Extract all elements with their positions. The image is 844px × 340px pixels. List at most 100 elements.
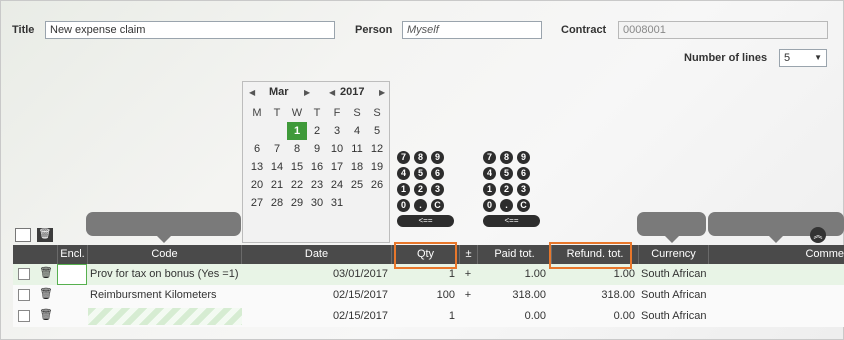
keypad-key[interactable]: 0 — [397, 199, 410, 212]
lines-select[interactable]: 5 ▼ — [779, 49, 827, 67]
next-year-icon[interactable]: ▶ — [379, 88, 385, 97]
calendar-day[interactable]: 9 — [307, 140, 327, 158]
currency-cell[interactable]: South African — [641, 285, 708, 306]
header-code[interactable]: Code — [87, 245, 241, 264]
trash-icon[interactable]: 🗑 — [39, 288, 53, 301]
calendar-day[interactable]: 6 — [247, 140, 267, 158]
header-comment[interactable]: Comme — [708, 245, 844, 264]
next-month-icon[interactable]: ▶ — [304, 88, 310, 97]
calendar-day[interactable]: 10 — [327, 140, 347, 158]
keypad-key[interactable]: 9 — [431, 151, 444, 164]
keypad-key[interactable]: 6 — [431, 167, 444, 180]
keypad-key[interactable]: 8 — [414, 151, 427, 164]
calendar-month[interactable]: Mar — [269, 86, 289, 98]
calendar-day[interactable]: 5 — [367, 122, 387, 140]
date-cell[interactable]: 02/15/2017 — [241, 285, 388, 306]
calendar-day[interactable]: 1 — [287, 122, 307, 140]
currency-cell[interactable]: South African — [641, 264, 708, 285]
keypad-key[interactable]: 0 — [483, 199, 496, 212]
keypad-key[interactable]: 7 — [397, 151, 410, 164]
keypad-backspace-button[interactable]: <== — [397, 215, 454, 227]
header-currency[interactable]: Currency — [638, 245, 708, 264]
calendar-day[interactable]: 19 — [367, 158, 387, 176]
paid-cell[interactable]: 0.00 — [477, 306, 546, 327]
table-row[interactable]: 🗑 Reimbursment Kilometers 02/15/2017 100… — [13, 285, 844, 306]
table-row[interactable]: 🗑 02/15/2017 1 0.00 0.00 South African — [13, 306, 844, 327]
date-cell[interactable]: 02/15/2017 — [241, 306, 388, 327]
calendar-day[interactable]: 15 — [287, 158, 307, 176]
keypad-key[interactable]: 3 — [431, 183, 444, 196]
keypad-key[interactable]: 5 — [500, 167, 513, 180]
calendar-day[interactable]: 24 — [327, 176, 347, 194]
delete-all-button[interactable]: 🗑 — [37, 228, 53, 242]
calendar-day[interactable]: 7 — [267, 140, 287, 158]
calendar-day[interactable]: 29 — [287, 194, 307, 212]
refund-cell[interactable]: 318.00 — [551, 285, 635, 306]
keypad-key[interactable]: 8 — [500, 151, 513, 164]
keypad-key[interactable]: . — [414, 199, 427, 212]
calendar-day[interactable]: 31 — [327, 194, 347, 212]
calendar-day[interactable]: 28 — [267, 194, 287, 212]
date-cell[interactable]: 03/01/2017 — [241, 264, 388, 285]
keypad-key[interactable]: . — [500, 199, 513, 212]
calendar-day[interactable]: 22 — [287, 176, 307, 194]
calendar-day[interactable]: 26 — [367, 176, 387, 194]
numeric-keypad-refund[interactable]: 7 8 9 4 5 6 1 2 3 0. C <== — [483, 151, 543, 227]
keypad-key[interactable]: 4 — [397, 167, 410, 180]
calendar-day[interactable]: 18 — [347, 158, 367, 176]
paid-cell[interactable]: 1.00 — [477, 264, 546, 285]
calendar-day[interactable]: 21 — [267, 176, 287, 194]
row-checkbox[interactable] — [18, 310, 30, 322]
keypad-key[interactable]: 9 — [517, 151, 530, 164]
calendar-day[interactable]: 30 — [307, 194, 327, 212]
person-field[interactable] — [402, 21, 542, 39]
keypad-key[interactable]: C — [517, 199, 530, 212]
calendar-day[interactable]: 23 — [307, 176, 327, 194]
header-date[interactable]: Date — [241, 245, 391, 264]
trash-icon[interactable]: 🗑 — [39, 309, 53, 322]
prev-year-icon[interactable]: ◀ — [329, 88, 335, 97]
keypad-key[interactable]: 1 — [483, 183, 496, 196]
header-encl[interactable]: Encl. — [57, 245, 87, 264]
calendar-year[interactable]: 2017 — [340, 86, 364, 98]
keypad-key[interactable]: 7 — [483, 151, 496, 164]
calendar-day[interactable]: 25 — [347, 176, 367, 194]
keypad-key[interactable]: 2 — [500, 183, 513, 196]
keypad-key[interactable]: 1 — [397, 183, 410, 196]
keypad-key[interactable]: 4 — [483, 167, 496, 180]
code-cell-empty[interactable] — [88, 308, 242, 325]
sign-cell[interactable] — [459, 306, 477, 327]
calendar-day[interactable]: 12 — [367, 140, 387, 158]
paid-cell[interactable]: 318.00 — [477, 285, 546, 306]
header-sign[interactable]: ± — [459, 245, 477, 264]
code-cell[interactable]: Reimbursment Kilometers — [90, 285, 240, 306]
date-picker[interactable]: ◀ Mar ▶ ◀ 2017 ▶ M T W T F S S 1 2 3 4 5 6 7 8 9 10 11 12 1… — [242, 81, 390, 243]
calendar-day[interactable]: 11 — [347, 140, 367, 158]
keypad-key[interactable]: 6 — [517, 167, 530, 180]
keypad-key[interactable]: C — [431, 199, 444, 212]
numeric-keypad-paid[interactable]: 7 8 9 4 5 6 1 2 3 0. C <== — [397, 151, 457, 227]
calendar-day[interactable]: 13 — [247, 158, 267, 176]
sign-cell[interactable]: + — [459, 285, 477, 306]
keypad-key[interactable]: 2 — [414, 183, 427, 196]
refund-cell[interactable]: 0.00 — [551, 306, 635, 327]
qty-cell[interactable]: 100 — [391, 285, 455, 306]
select-all-checkbox[interactable] — [15, 228, 31, 242]
calendar-day[interactable]: 14 — [267, 158, 287, 176]
collapse-button[interactable]: ︽ — [810, 227, 826, 243]
currency-cell[interactable]: South African — [641, 306, 708, 327]
calendar-day[interactable]: 16 — [307, 158, 327, 176]
calendar-day[interactable]: 8 — [287, 140, 307, 158]
header-paid-total[interactable]: Paid tot. — [477, 245, 551, 264]
keypad-key[interactable]: 3 — [517, 183, 530, 196]
calendar-day[interactable]: 2 — [307, 122, 327, 140]
prev-month-icon[interactable]: ◀ — [249, 88, 255, 97]
sign-cell[interactable]: + — [459, 264, 477, 285]
title-field[interactable] — [45, 21, 335, 39]
code-cell[interactable]: Prov for tax on bonus (Yes =1) — [90, 264, 240, 285]
keypad-key[interactable]: 5 — [414, 167, 427, 180]
calendar-day[interactable]: 20 — [247, 176, 267, 194]
calendar-day[interactable]: 27 — [247, 194, 267, 212]
enclosure-cell[interactable] — [57, 264, 87, 285]
calendar-day[interactable]: 17 — [327, 158, 347, 176]
